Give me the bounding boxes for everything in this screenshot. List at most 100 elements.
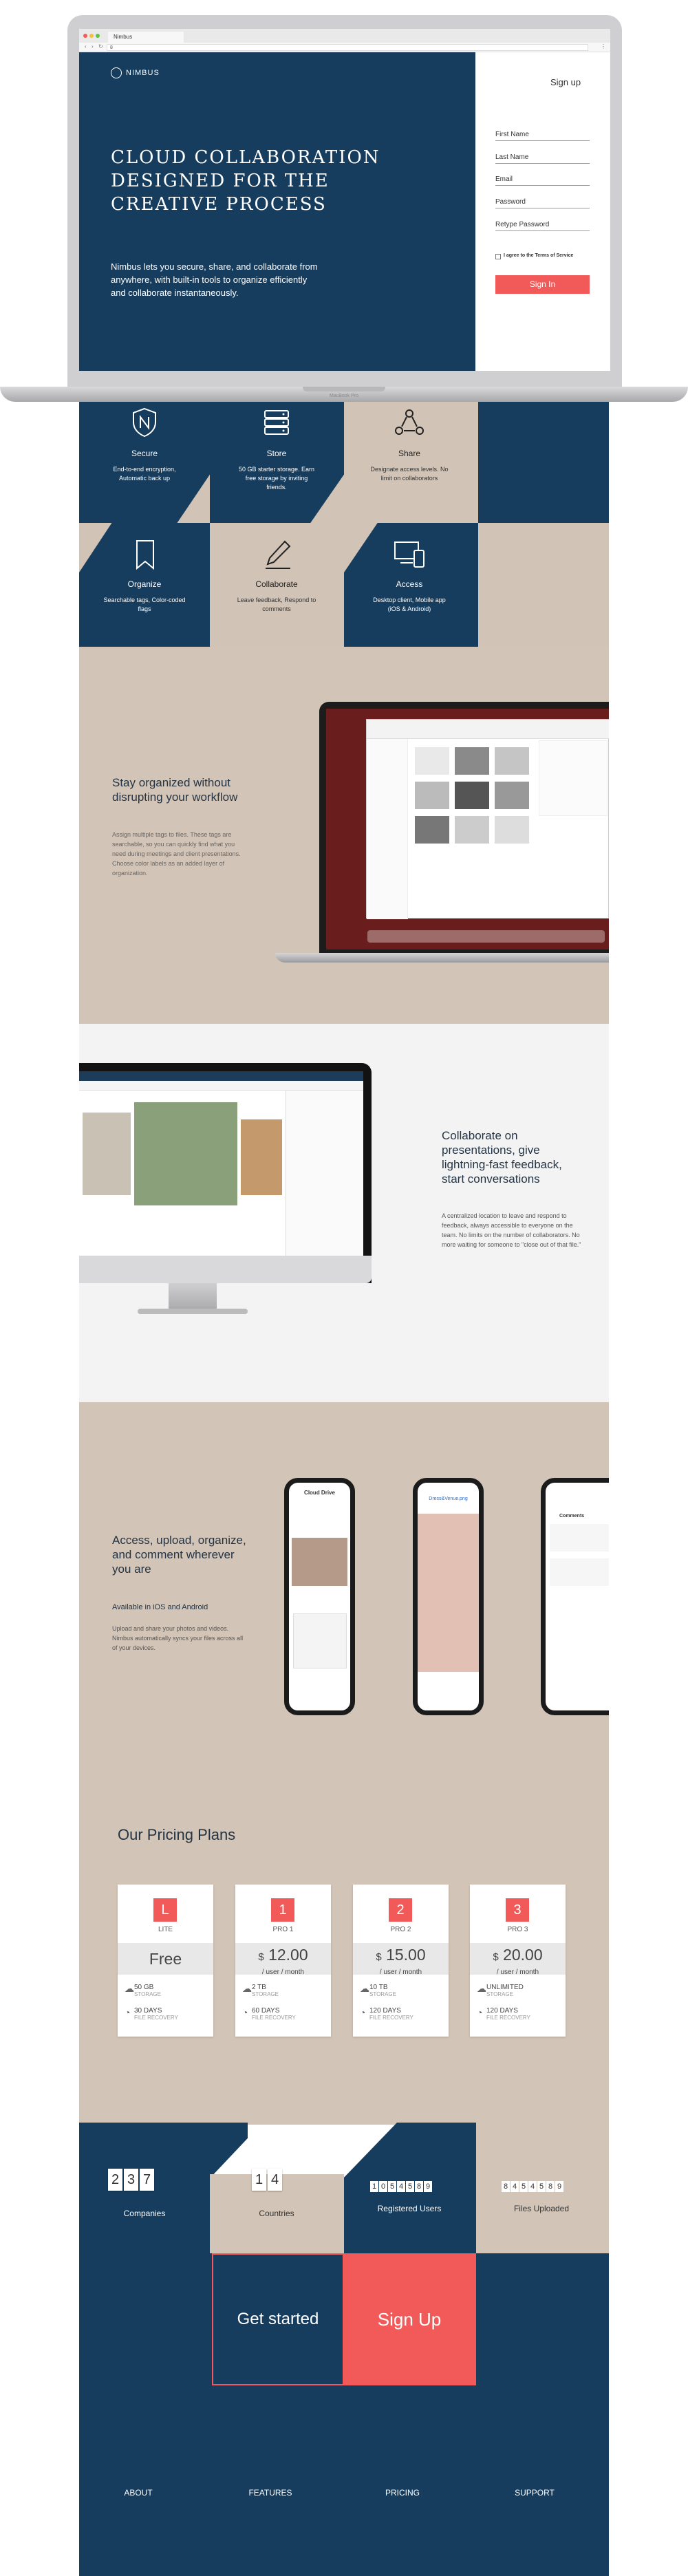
mockup-thumb-3 bbox=[495, 747, 529, 775]
counter-digit: 3 bbox=[124, 2169, 138, 2191]
password-field[interactable]: Password bbox=[495, 198, 590, 208]
plan-storage-value: UNLIMITED bbox=[486, 1984, 524, 1991]
back-icon[interactable]: ‹ bbox=[85, 43, 87, 50]
url-input[interactable]: 8 bbox=[107, 44, 588, 51]
plan-storage: UNLIMITED STORAGE bbox=[486, 1984, 524, 1997]
gauge-icon: ◔ bbox=[360, 2007, 366, 2018]
mockup-thumb-5 bbox=[455, 782, 489, 809]
first-name-field[interactable]: First Name bbox=[495, 131, 590, 141]
mobile-body: Upload and share your photos and videos.… bbox=[112, 1625, 244, 1651]
plan-badge: 3 bbox=[506, 1898, 529, 1922]
monitor-toolbar bbox=[79, 1071, 363, 1081]
plan-storage-value: 10 TB bbox=[369, 1984, 388, 1991]
plan-name: PRO 3 bbox=[507, 1926, 528, 1933]
counter-digit: 9 bbox=[424, 2181, 432, 2192]
plan-recovery: 60 DAYS FILE RECOVERY bbox=[252, 2007, 296, 2021]
menu-dots-icon[interactable]: ⋮ bbox=[601, 43, 606, 50]
server-icon bbox=[263, 409, 290, 436]
mockup-toolbar bbox=[367, 720, 609, 739]
plan-badge: 1 bbox=[271, 1898, 294, 1922]
browser-tab[interactable]: Nimbus bbox=[108, 32, 184, 43]
phone1-menu bbox=[293, 1613, 347, 1668]
share-icon bbox=[394, 409, 424, 436]
footer-link-about[interactable]: ABOUT bbox=[97, 2488, 180, 2498]
footer-link-support[interactable]: SUPPORT bbox=[493, 2488, 576, 2498]
plan-card-pro3[interactable]: 3 PRO 3 $ 20.00 / user / month ☁ UNLIMITE… bbox=[470, 1885, 566, 2037]
get-started-button[interactable]: Get started bbox=[212, 2253, 344, 2385]
plan-storage-label: STORAGE bbox=[134, 1991, 161, 1997]
feature-title-access: Access bbox=[396, 579, 423, 589]
counter-digit: 0 bbox=[379, 2181, 387, 2192]
cloud-icon: ☁ bbox=[242, 1983, 252, 1994]
plan-price-value: 20.00 bbox=[503, 1946, 543, 1964]
feature-desc-access: Desktop client, Mobile app (iOS & Androi… bbox=[373, 597, 446, 612]
monitor-foot bbox=[138, 1309, 248, 1314]
bookmark-icon bbox=[135, 539, 155, 570]
email-field[interactable]: Email bbox=[495, 175, 590, 186]
plan-card-lite[interactable]: L LITE Free ☁ 50 GB STORAGE ◔ 30 DAYS FILE… bbox=[118, 1885, 213, 2037]
terms-checkbox[interactable] bbox=[495, 254, 501, 259]
laptop-label: MacBook Pro bbox=[329, 394, 359, 398]
plan-recovery-label: FILE RECOVERY bbox=[486, 2015, 530, 2021]
phone1-image bbox=[292, 1538, 347, 1586]
cloud-icon: ☁ bbox=[360, 1983, 369, 1994]
phone-mockup-2: Dress&Venue.png bbox=[413, 1478, 484, 1715]
monitor-comments-panel bbox=[286, 1091, 363, 1256]
counter-digit: 1 bbox=[370, 2181, 378, 2192]
plan-storage-label: STORAGE bbox=[369, 1991, 396, 1997]
window-minimize-icon[interactable] bbox=[89, 34, 94, 38]
plan-card-pro2[interactable]: 2 PRO 2 $ 15.00 / user / month ☁ 10 TB STO… bbox=[353, 1885, 449, 2037]
phone3-comment-1 bbox=[550, 1524, 609, 1552]
plan-price-value: 15.00 bbox=[386, 1946, 426, 1964]
plan-name: LITE bbox=[158, 1926, 173, 1933]
feature-desc-share: Designate access levels. No limit on col… bbox=[370, 466, 449, 482]
phone1-title: Cloud Drive bbox=[304, 1490, 335, 1496]
reload-icon[interactable]: ↻ bbox=[98, 43, 103, 50]
phone-mockup-3: Comments bbox=[541, 1478, 609, 1715]
feature-desc-secure: End-to-end encryption, Automatic back up bbox=[113, 466, 176, 482]
monitor-image-3 bbox=[241, 1119, 282, 1195]
hero-headline: Cloud collaboration designed for the cre… bbox=[111, 147, 380, 215]
terms-label: I agree to the Terms of Service bbox=[504, 253, 574, 258]
plan-storage-label: STORAGE bbox=[252, 1991, 279, 1997]
cloud-icon: ☁ bbox=[125, 1983, 134, 1994]
plan-recovery-value: 120 DAYS bbox=[486, 2007, 518, 2015]
mockup-thumb-4 bbox=[415, 782, 449, 809]
window-close-icon[interactable] bbox=[83, 34, 87, 38]
plan-price-unit: / user / month bbox=[379, 1968, 422, 1976]
plan-recovery: 120 DAYS FILE RECOVERY bbox=[486, 2007, 530, 2021]
plan-recovery-label: FILE RECOVERY bbox=[369, 2015, 413, 2021]
laptop-mockup-organize bbox=[319, 702, 609, 953]
window-maximize-icon[interactable] bbox=[96, 34, 100, 38]
countries-counter: 14 bbox=[252, 2169, 283, 2191]
counter-digit: 5 bbox=[388, 2181, 396, 2192]
brand-logo-icon bbox=[111, 67, 122, 78]
sign-up-button[interactable]: Sign Up bbox=[343, 2253, 476, 2385]
last-name-field[interactable]: Last Name bbox=[495, 153, 590, 164]
gauge-icon: ◔ bbox=[242, 2007, 248, 2018]
brand-name: NIMBUS bbox=[126, 69, 160, 77]
footer-link-pricing[interactable]: PRICING bbox=[361, 2488, 444, 2498]
mockup-thumb-1 bbox=[415, 747, 449, 775]
plan-price-unit: / user / month bbox=[261, 1968, 305, 1976]
sign-in-button[interactable]: Sign In bbox=[495, 275, 590, 294]
feature-title-share: Share bbox=[398, 449, 421, 458]
footer-link-features[interactable]: FEATURES bbox=[229, 2488, 312, 2498]
cloud-icon: ☁ bbox=[477, 1983, 486, 1994]
counter-digit: 4 bbox=[268, 2169, 282, 2191]
hero-description: Nimbus lets you secure, share, and colla… bbox=[111, 261, 318, 298]
monitor-chin bbox=[79, 1256, 372, 1283]
plan-recovery-label: FILE RECOVERY bbox=[252, 2015, 296, 2021]
counter-digit: 8 bbox=[415, 2181, 423, 2192]
users-label: Registered Users bbox=[377, 2204, 442, 2213]
retype-password-field[interactable]: Retype Password bbox=[495, 221, 590, 231]
counter-digit: 2 bbox=[108, 2169, 122, 2191]
counter-digit: 9 bbox=[555, 2181, 563, 2192]
mockup-info-panel bbox=[539, 740, 608, 816]
plan-card-pro1[interactable]: 1 PRO 1 $ 12.00 / user / month ☁ 2 TB STOR… bbox=[235, 1885, 331, 2037]
signup-link[interactable]: Sign up bbox=[550, 77, 581, 87]
plan-recovery: 30 DAYS FILE RECOVERY bbox=[134, 2007, 178, 2021]
feature-desc-store: 50 GB starter storage. Earn free storage… bbox=[238, 466, 315, 491]
mockup-thumb-6 bbox=[495, 782, 529, 809]
forward-icon[interactable]: › bbox=[92, 43, 94, 50]
